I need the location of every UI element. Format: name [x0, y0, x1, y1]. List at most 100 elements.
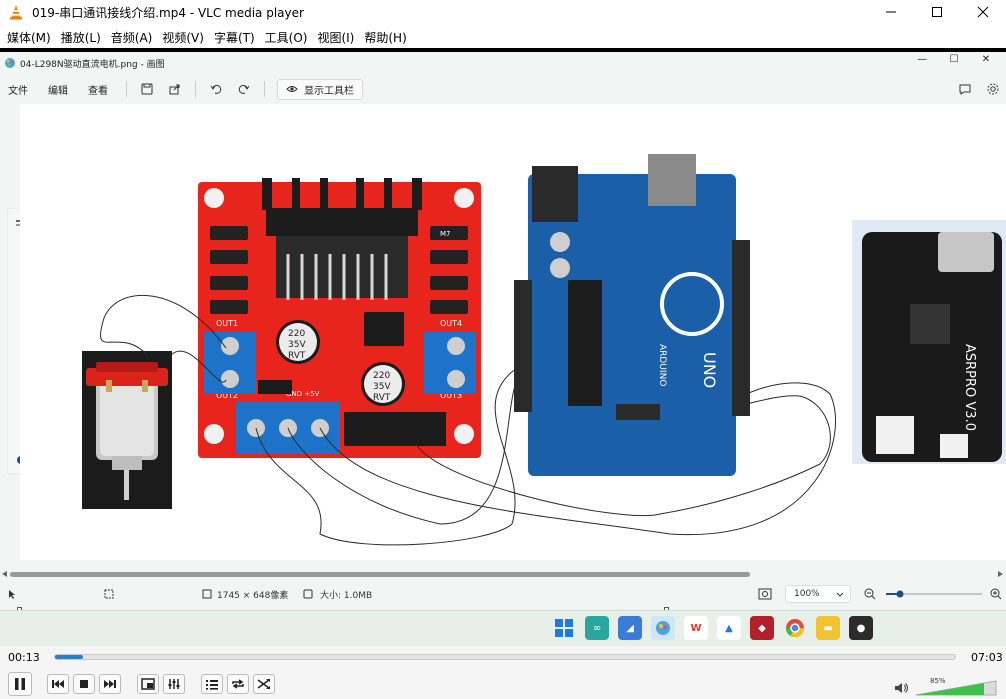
connector [876, 416, 914, 454]
image-dimensions: 1745 × 648像素 [217, 591, 289, 601]
app-dark-icon[interactable]: ● [849, 616, 873, 640]
menu-view-paint[interactable]: 查看 [88, 82, 108, 97]
zoom-slider[interactable] [884, 590, 984, 598]
paint-window-title: 04-L298N驱动直流电机.png - 画图 [20, 59, 165, 70]
file-size-icon [303, 589, 313, 599]
zoom-out-icon[interactable] [864, 588, 876, 600]
scrollbar-thumb[interactable] [10, 572, 750, 577]
speaker-icon[interactable] [894, 682, 910, 694]
shuffle-button[interactable] [253, 674, 275, 694]
cap2-brand: RVT [373, 393, 391, 403]
chrome-icon[interactable] [783, 616, 807, 640]
fit-screen-icon[interactable] [758, 588, 772, 600]
pause-button[interactable] [8, 672, 32, 696]
zoom-select[interactable]: 100% [785, 585, 851, 603]
stop-icon [80, 680, 88, 688]
redo-icon[interactable] [234, 79, 254, 99]
explorer-icon[interactable]: ▬ [816, 616, 840, 640]
menu-media[interactable]: 媒体(M) [4, 29, 58, 46]
asrpro-board: ASRPRO V3.0 [852, 220, 1006, 464]
wps-icon[interactable]: W [684, 616, 708, 640]
previous-icon [52, 680, 64, 688]
close-button[interactable] [960, 0, 1006, 24]
menu-file[interactable]: 文件 [8, 82, 28, 97]
feedback-icon[interactable] [958, 81, 972, 100]
video-frame-paint-app: 04-L298N驱动直流电机.png - 画图 — ☐ ✕ 文件 编辑 查看 显… [0, 52, 1006, 612]
show-toolbar-button[interactable]: 显示工具栏 [277, 78, 363, 100]
scroll-left-icon[interactable] [1, 570, 9, 578]
cap1-voltage: 35V [288, 340, 306, 350]
windows-taskbar: ∞ ◢ W ▲ ◆ ▬ ● [0, 610, 1006, 646]
vlc-controls: 00:13 07:03 85% [0, 646, 1006, 699]
volume-slider[interactable] [914, 679, 998, 697]
paint-minimize-icon[interactable]: — [906, 54, 938, 65]
paint-close-icon[interactable]: ✕ [970, 54, 1002, 65]
undo-icon[interactable] [206, 79, 226, 99]
arduino-brand: ARDUINO [657, 344, 667, 386]
paint-statusbar: 1745 × 648像素 大小: 1.0MB 100% [0, 582, 1006, 606]
toolbar-divider [264, 81, 265, 97]
menu-subtitle[interactable]: 字幕(T) [211, 29, 262, 46]
windows-start-icon[interactable] [552, 616, 576, 640]
maximize-button[interactable] [914, 0, 960, 24]
menu-playback[interactable]: 播放(L) [58, 29, 108, 46]
vlc-cone-icon [10, 5, 22, 20]
paint-titlebar: 04-L298N驱动直流电机.png - 画图 — ☐ ✕ [0, 52, 1006, 74]
taskbar-icons: ∞ ◢ W ▲ ◆ ▬ ● [552, 616, 873, 640]
usb-c [938, 232, 994, 272]
l298n-board: M7 220 35V RVT 220 35V RVT OUT1 OUT2 OUT… [198, 178, 481, 458]
paint-window-controls: — ☐ ✕ [906, 54, 1002, 65]
loop-button[interactable] [227, 674, 249, 694]
arduino-model: UNO [700, 352, 719, 388]
arduino-icon[interactable]: ▲ [717, 616, 741, 640]
seek-progress [55, 655, 83, 659]
terminal-out1 [204, 332, 256, 394]
paint-canvas[interactable]: M7 220 35V RVT 220 35V RVT OUT1 OUT2 OUT… [17, 104, 1006, 612]
previous-button[interactable] [47, 674, 69, 694]
seek-bar[interactable] [54, 654, 956, 660]
minimize-icon [886, 11, 896, 13]
fullscreen-button[interactable] [137, 674, 159, 694]
total-time: 07:03 [971, 651, 1003, 664]
equalizer-icon [168, 679, 180, 689]
menu-tools[interactable]: 工具(O) [262, 29, 315, 46]
app-icon[interactable]: ∞ [585, 616, 609, 640]
horizontal-scrollbar[interactable] [0, 569, 1006, 579]
file-size: 大小: 1.0MB [320, 591, 373, 601]
menu-video[interactable]: 视频(V) [159, 29, 211, 46]
playlist-button[interactable] [201, 674, 223, 694]
settings-gear-icon[interactable] [986, 81, 1000, 100]
stop-button[interactable] [73, 674, 95, 694]
extended-settings-button[interactable] [163, 674, 185, 694]
cap1-value: 220 [288, 329, 305, 339]
menu-view[interactable]: 视图(I) [314, 29, 361, 46]
scroll-right-icon[interactable] [996, 570, 1004, 578]
minimize-button[interactable] [868, 0, 914, 24]
menu-edit[interactable]: 编辑 [48, 82, 68, 97]
circuit-image: M7 220 35V RVT 220 35V RVT OUT1 OUT2 OUT… [82, 154, 1006, 546]
cap2-value: 220 [373, 371, 390, 381]
elapsed-time: 00:13 [8, 651, 40, 664]
diode-label: M7 [440, 230, 451, 238]
paint-icon[interactable] [651, 616, 675, 640]
share-icon[interactable] [165, 79, 185, 99]
save-icon[interactable] [137, 79, 157, 99]
window-title: 019-串口通讯接线介绍.mp4 - VLC media player [32, 5, 304, 20]
show-toolbar-label: 显示工具栏 [304, 85, 354, 97]
photos-icon[interactable]: ◢ [618, 616, 642, 640]
menu-help[interactable]: 帮助(H) [361, 29, 413, 46]
app-red-icon[interactable]: ◆ [750, 616, 774, 640]
eye-icon [286, 86, 298, 92]
arduino-uno-board: ARDUINO UNO [514, 154, 750, 476]
menu-audio[interactable]: 音频(A) [108, 29, 160, 46]
paint-maximize-icon[interactable]: ☐ [938, 54, 970, 65]
next-button[interactable] [99, 674, 121, 694]
zoom-in-icon[interactable] [990, 588, 1002, 600]
chevron-down-icon [836, 592, 844, 597]
capacitor-2: 220 35V RVT [361, 362, 405, 406]
selection-icon [104, 589, 114, 599]
dc-jack [532, 166, 578, 222]
next-icon [104, 680, 116, 688]
window-controls [868, 0, 1006, 24]
maximize-icon [932, 7, 942, 17]
